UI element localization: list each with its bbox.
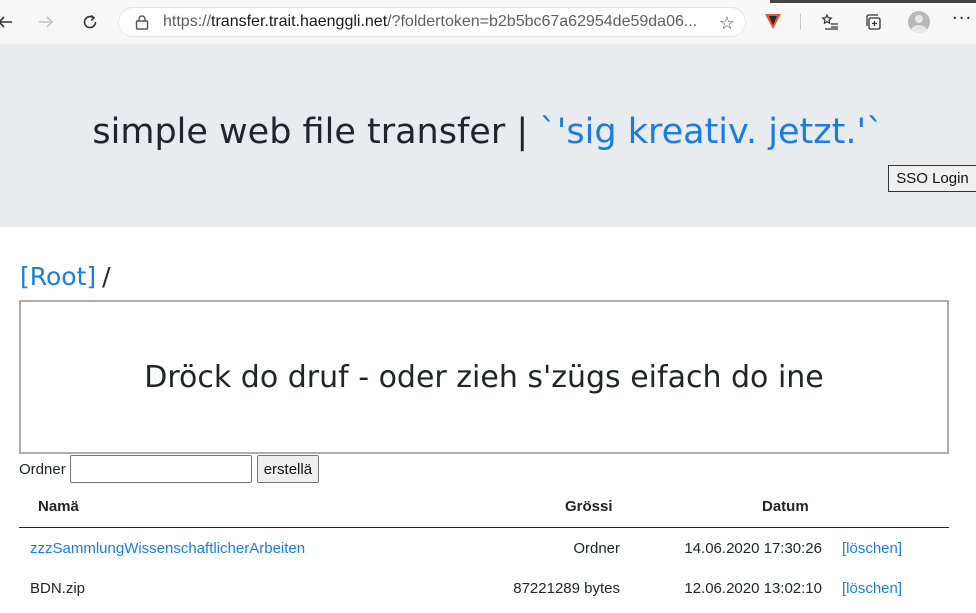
column-header-size: Grössi bbox=[565, 498, 613, 515]
file-table: Namä Grössi Datum zzzSammlungWissenschaf… bbox=[19, 488, 949, 608]
site-title: simple web file transfer | `'sig kreativ… bbox=[0, 112, 976, 152]
dropzone-text: Dröck do druf - oder zieh s'zügs eifach … bbox=[144, 359, 824, 395]
file-size: Ordner bbox=[573, 540, 620, 557]
table-row: zzzSammlungWissenschaftlicherArbeiten Or… bbox=[19, 528, 949, 568]
url-text: https://transfer.trait.haenggli.net/?fol… bbox=[163, 13, 709, 31]
upload-dropzone[interactable]: Dröck do druf - oder zieh s'zügs eifach … bbox=[19, 300, 949, 454]
url-host: transfer.trait.haenggli.net bbox=[211, 13, 388, 30]
forward-button[interactable] bbox=[33, 9, 59, 35]
site-title-text: simple web file transfer | bbox=[92, 112, 529, 152]
breadcrumb: [Root] / bbox=[20, 262, 111, 291]
header-jumbotron: simple web file transfer | `'sig kreativ… bbox=[0, 44, 976, 227]
brave-extension-icon[interactable] bbox=[762, 10, 784, 32]
delete-link[interactable]: [löschen] bbox=[842, 580, 902, 597]
url-prefix: https:// bbox=[163, 13, 212, 30]
profile-avatar-icon[interactable] bbox=[908, 11, 930, 33]
folder-name-input[interactable] bbox=[69, 455, 252, 483]
file-date: 14.06.2020 17:30:26 bbox=[684, 540, 822, 557]
more-menu-icon[interactable]: ··· bbox=[952, 8, 972, 29]
reload-button[interactable] bbox=[77, 9, 103, 35]
toolbar-separator bbox=[800, 14, 801, 30]
site-tagline: `'sig kreativ. jetzt.'` bbox=[539, 112, 884, 152]
sso-login-button[interactable]: SSO Login bbox=[888, 165, 976, 192]
window-edge bbox=[770, 0, 976, 3]
table-row: BDN.zip 87221289 bytes 12.06.2020 13:02:… bbox=[19, 568, 949, 608]
column-header-name: Namä bbox=[38, 498, 79, 515]
breadcrumb-separator: / bbox=[102, 262, 111, 291]
favorites-list-icon[interactable] bbox=[818, 10, 842, 34]
forward-arrow-icon bbox=[39, 16, 54, 28]
create-folder-button[interactable]: erstellä bbox=[256, 455, 320, 483]
file-size: 87221289 bytes bbox=[513, 580, 620, 597]
favorite-star-icon[interactable]: ☆ bbox=[719, 13, 735, 34]
file-name-text[interactable]: BDN.zip bbox=[30, 580, 85, 597]
back-button[interactable] bbox=[0, 9, 18, 35]
reload-icon bbox=[83, 14, 97, 29]
file-name-link[interactable]: zzzSammlungWissenschaftlicherArbeiten bbox=[30, 540, 305, 557]
collections-icon[interactable] bbox=[862, 10, 886, 34]
address-bar[interactable]: https://transfer.trait.haenggli.net/?fol… bbox=[118, 7, 746, 37]
back-arrow-icon bbox=[0, 16, 12, 28]
delete-link[interactable]: [löschen] bbox=[842, 540, 902, 557]
file-date: 12.06.2020 13:02:10 bbox=[684, 580, 822, 597]
browser-toolbar: https://transfer.trait.haenggli.net/?fol… bbox=[0, 0, 976, 44]
table-header: Namä Grössi Datum bbox=[19, 488, 949, 528]
url-rest: /?foldertoken=b2b5bc67a62954de59da06... bbox=[387, 13, 698, 30]
column-header-date: Datum bbox=[762, 498, 809, 515]
create-folder-form: Ordner erstellä bbox=[19, 455, 320, 483]
breadcrumb-root-link[interactable]: [Root] bbox=[20, 262, 96, 291]
folder-label: Ordner bbox=[19, 460, 66, 478]
lock-icon bbox=[133, 13, 151, 31]
